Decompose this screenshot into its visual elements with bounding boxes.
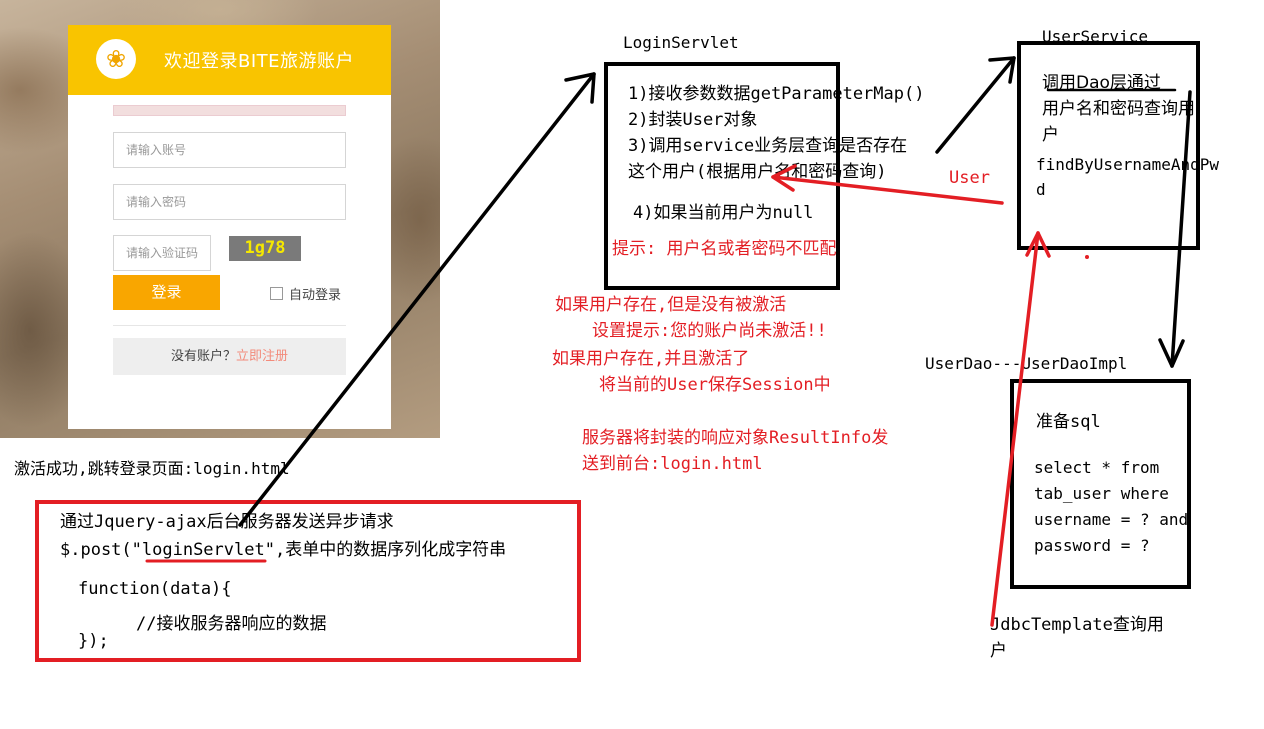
red-dot [1085, 255, 1089, 259]
arrow-client-to-servlet [238, 72, 596, 527]
arrow-user-return [771, 175, 1004, 205]
diagram-arrows [145, 56, 1192, 627]
arrow-jdbc-to-service [990, 231, 1040, 627]
arrow-service-to-dao [1170, 90, 1192, 368]
arrow-servlet-to-service [935, 56, 1016, 154]
